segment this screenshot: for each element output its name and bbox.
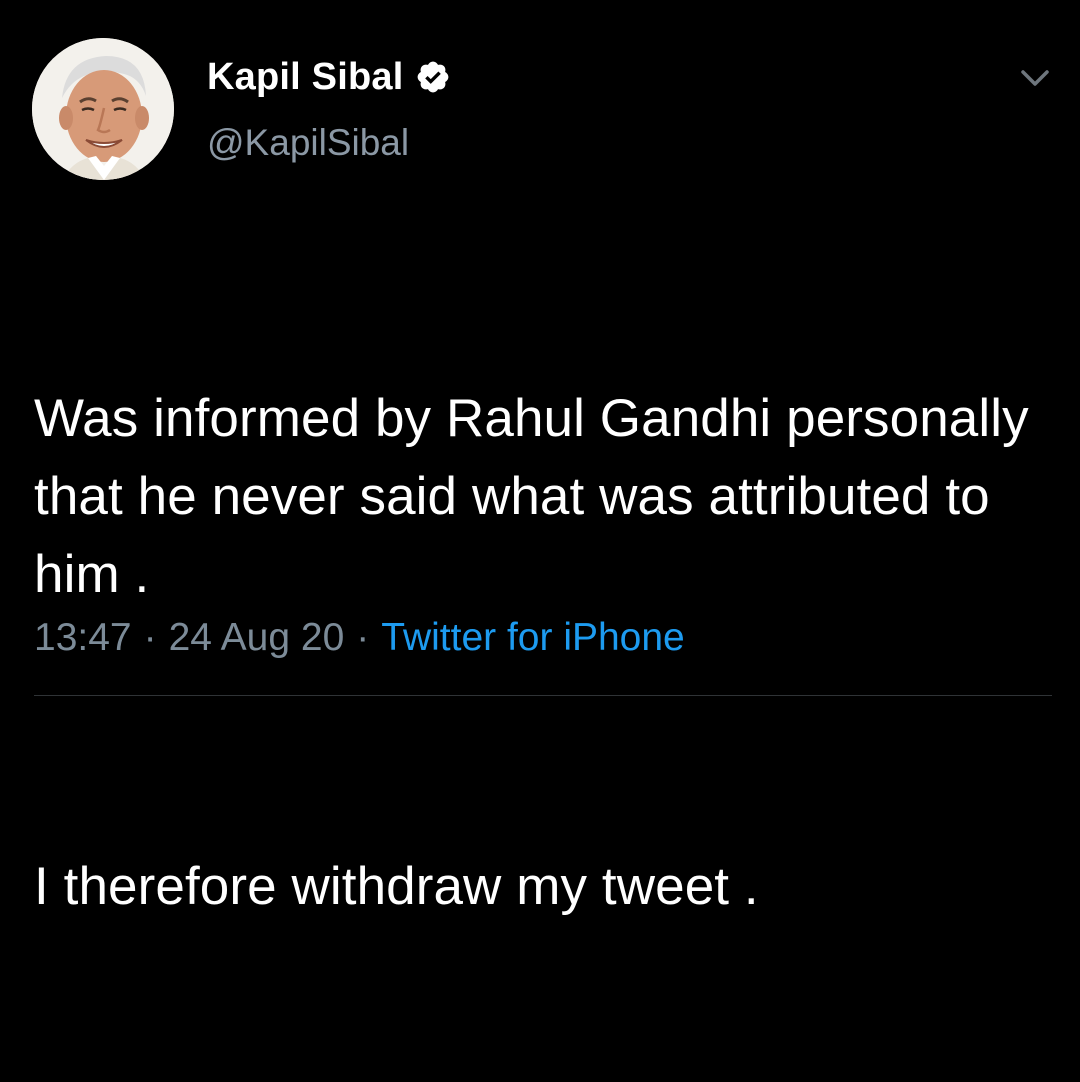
tweet-meta: 13:47 · 24 Aug 20 · Twitter for iPhone xyxy=(34,612,685,664)
tweet-card: Kapil Sibal @KapilSibal Was informed by … xyxy=(0,0,1080,916)
display-name[interactable]: Kapil Sibal xyxy=(207,56,403,99)
tweet-paragraph: Was informed by Rahul Gandhi personally … xyxy=(34,389,1059,604)
tweet-source-link[interactable]: Twitter for iPhone xyxy=(381,616,684,660)
meta-separator: · xyxy=(143,616,157,659)
profile-photo-icon xyxy=(32,38,174,180)
tweet-time[interactable]: 13:47 xyxy=(34,616,132,660)
chevron-down-icon[interactable] xyxy=(1015,62,1055,92)
meta-separator: · xyxy=(356,616,370,659)
tweet-date[interactable]: 24 Aug 20 xyxy=(169,616,345,660)
avatar[interactable] xyxy=(32,38,174,180)
author-handle[interactable]: @KapilSibal xyxy=(207,122,409,164)
verified-badge-icon xyxy=(415,59,451,95)
tweet-paragraph: I therefore withdraw my tweet . xyxy=(34,857,759,916)
divider xyxy=(34,695,1052,696)
author-name-row[interactable]: Kapil Sibal xyxy=(207,54,451,100)
